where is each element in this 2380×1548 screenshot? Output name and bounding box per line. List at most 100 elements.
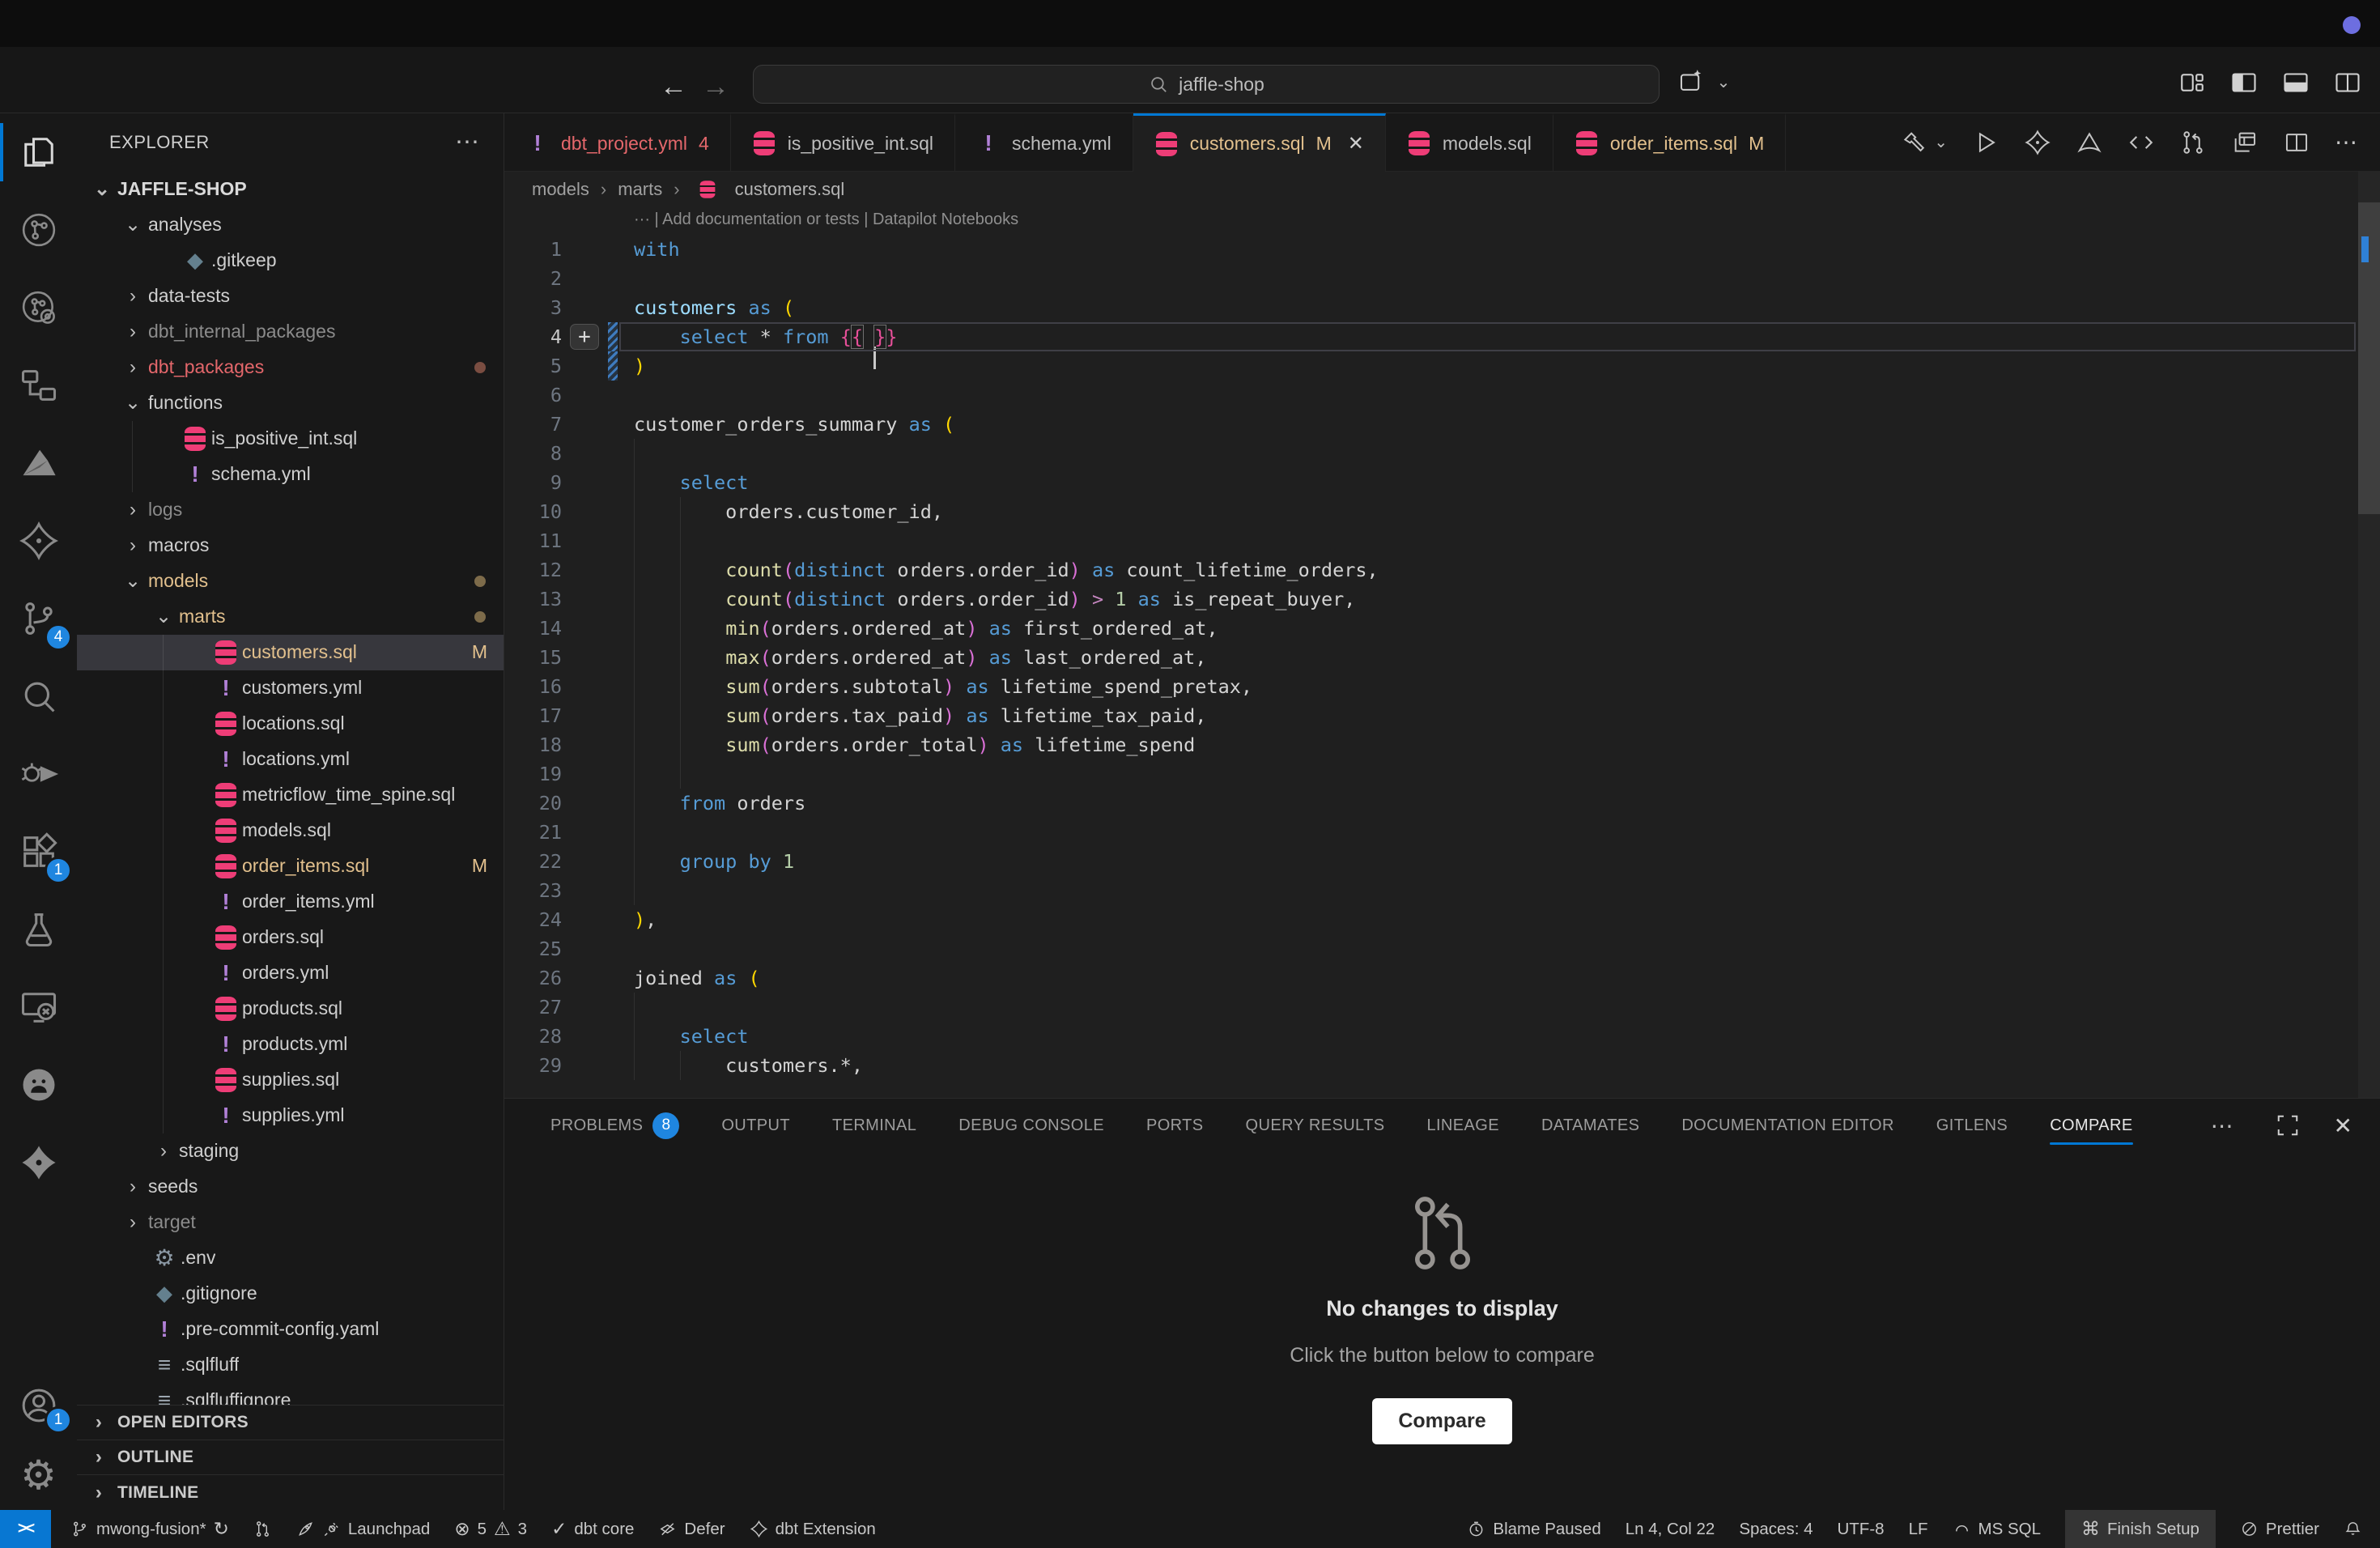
panel-tab[interactable]: PROBLEMS 8 [550,1099,679,1152]
editor-tab[interactable]: order_items.sql M [1553,113,1786,171]
code-line[interactable]: 11 [504,526,2380,555]
sidebar-section-header[interactable]: › OUTLINE [77,1440,504,1475]
pull-request-icon[interactable] [2179,129,2207,156]
more-tabs-icon[interactable]: ⋯ [2211,1112,2233,1139]
code-icon[interactable] [2127,129,2155,156]
activity-explorer[interactable] [0,113,77,191]
activity-dbt-lineage[interactable] [0,191,77,269]
tree-item[interactable]: › dbt_internal_packages [77,314,504,350]
tree-item[interactable]: models.sql [77,813,504,848]
tree-item[interactable]: supplies.yml [77,1098,504,1133]
toggle-sidebar-icon[interactable] [2229,68,2259,97]
launchpad-status[interactable]: Launchpad [296,1510,430,1548]
panel-tab[interactable]: COMPARE [2050,1099,2132,1152]
tree-item[interactable]: ⌄ models [77,563,504,599]
code-line[interactable]: 15 max(orders.ordered_at) as last_ordere… [504,643,2380,672]
add-button[interactable]: + [570,324,599,350]
code-line[interactable]: 12 count(distinct orders.order_id) as co… [504,555,2380,585]
code-line[interactable]: 21 [504,818,2380,847]
prettier-status[interactable]: Prettier [2240,1510,2319,1548]
tree-item[interactable]: products.yml [77,1027,504,1062]
tree-item[interactable]: ⌄ analyses [77,207,504,243]
panel-tab[interactable]: GITLENS [1936,1099,2008,1152]
code-line[interactable]: 2 [504,264,2380,293]
defer-status[interactable]: Defer [658,1510,725,1548]
code-line[interactable]: 27 [504,993,2380,1022]
tree-item[interactable]: products.sql [77,991,504,1027]
editor-tab[interactable]: is_positive_int.sql [731,113,955,171]
code-line[interactable]: 1 with [504,235,2380,264]
breadcrumb-item[interactable]: customers.sql [735,179,845,200]
notifications-status[interactable] [2344,1510,2362,1548]
sync-icon[interactable]: ↻ [214,1518,229,1540]
panel-tab[interactable]: DATAMATES [1541,1099,1639,1152]
close-icon[interactable]: ✕ [1348,132,1364,155]
activity-extensions[interactable]: 1 [0,813,77,891]
tree-item[interactable]: › target [77,1205,504,1240]
nav-back-icon[interactable]: ← [656,71,691,103]
dbt-extension-status[interactable]: dbt Extension [750,1510,876,1548]
tree-item[interactable]: customers.sql M [77,635,504,670]
tree-item[interactable]: ⌄ marts [77,599,504,635]
editor-tab[interactable]: dbt_project.yml 4 [504,113,731,171]
code-line[interactable]: 8 [504,439,2380,468]
tree-item[interactable]: .gitignore [77,1276,504,1312]
query-results-icon[interactable] [2231,129,2259,156]
nav-forward-icon[interactable]: → [698,71,733,103]
code-line[interactable]: 29 customers.*, [504,1051,2380,1080]
close-panel-icon[interactable]: ✕ [2334,1112,2352,1139]
maximize-panel-icon[interactable] [2276,1113,2300,1138]
eol-status[interactable]: LF [1909,1510,1928,1548]
activity-remote-explorer[interactable] [0,968,77,1046]
tree-item[interactable]: is_positive_int.sql [77,421,504,457]
code-line[interactable]: 24 ), [504,905,2380,934]
language-mode[interactable]: MS SQL [1953,1510,2041,1548]
activity-dbt[interactable] [0,1124,77,1201]
command-center-search[interactable]: jaffle-shop [753,65,1660,104]
code-line[interactable]: 18 sum(orders.order_total) as lifetime_s… [504,730,2380,759]
panel-tab[interactable]: QUERY RESULTS [1246,1099,1385,1152]
code-line[interactable]: 4 + select * from {{ }} [504,322,2380,351]
tree-item[interactable]: customers.yml [77,670,504,706]
code-line[interactable]: 19 [504,759,2380,789]
activity-settings[interactable]: ⚙ [0,1440,77,1510]
breadcrumb-item[interactable]: models [532,179,589,200]
editor-tab[interactable]: customers.sql M ✕ [1133,113,1386,172]
tree-item[interactable]: › data-tests [77,279,504,314]
code-line[interactable]: 10 orders.customer_id, [504,497,2380,526]
compare-button[interactable]: Compare [1372,1398,1511,1444]
panel-tab[interactable]: DOCUMENTATION EDITOR [1681,1099,1893,1152]
activity-source-control[interactable]: 4 [0,580,77,657]
cursor-position[interactable]: Ln 4, Col 22 [1626,1510,1715,1548]
tree-item[interactable]: locations.yml [77,742,504,777]
codelens-actions[interactable]: ··· | Add documentation or tests | Datap… [504,207,2380,235]
tree-item[interactable]: .env [77,1240,504,1276]
copilot-menu-icon[interactable]: ⌄ [1677,68,1739,96]
code-line[interactable]: 16 sum(orders.subtotal) as lifetime_spen… [504,672,2380,701]
tree-item[interactable]: ⌄ functions [77,385,504,421]
tree-item[interactable]: order_items.yml [77,884,504,920]
more-actions-icon[interactable]: ⋯ [455,128,481,156]
sidebar-section-header[interactable]: › OPEN EDITORS [77,1406,504,1440]
activity-accounts[interactable]: 1 [0,1371,77,1440]
split-editor-icon[interactable] [2333,68,2362,97]
toggle-panel-icon[interactable] [2281,68,2310,97]
datafold-icon[interactable] [2076,129,2103,156]
indentation-status[interactable]: Spaces: 4 [1739,1510,1813,1548]
activity-query-history[interactable] [0,269,77,347]
tree-item[interactable]: schema.yml [77,457,504,492]
code-line[interactable]: 3 customers as ( [504,293,2380,322]
panel-tab[interactable]: LINEAGE [1426,1099,1499,1152]
remote-indicator[interactable]: >< [0,1510,51,1548]
tree-item[interactable]: supplies.sql [77,1062,504,1098]
activity-datafold[interactable] [0,424,77,502]
code-line[interactable]: 5 ) [504,351,2380,381]
tree-item[interactable]: locations.sql [77,706,504,742]
code-editor[interactable]: models › marts › customers.sql ··· | Add… [504,172,2380,1098]
problems-status[interactable]: ⊗5 ⚠3 [454,1510,527,1548]
code-line[interactable]: 26 joined as ( [504,963,2380,993]
panel-tab[interactable]: TERMINAL [832,1099,916,1152]
code-line[interactable]: 13 count(distinct orders.order_id) > 1 a… [504,585,2380,614]
panel-tab[interactable]: DEBUG CONSOLE [958,1099,1104,1152]
customize-layout-icon[interactable] [2178,68,2207,97]
